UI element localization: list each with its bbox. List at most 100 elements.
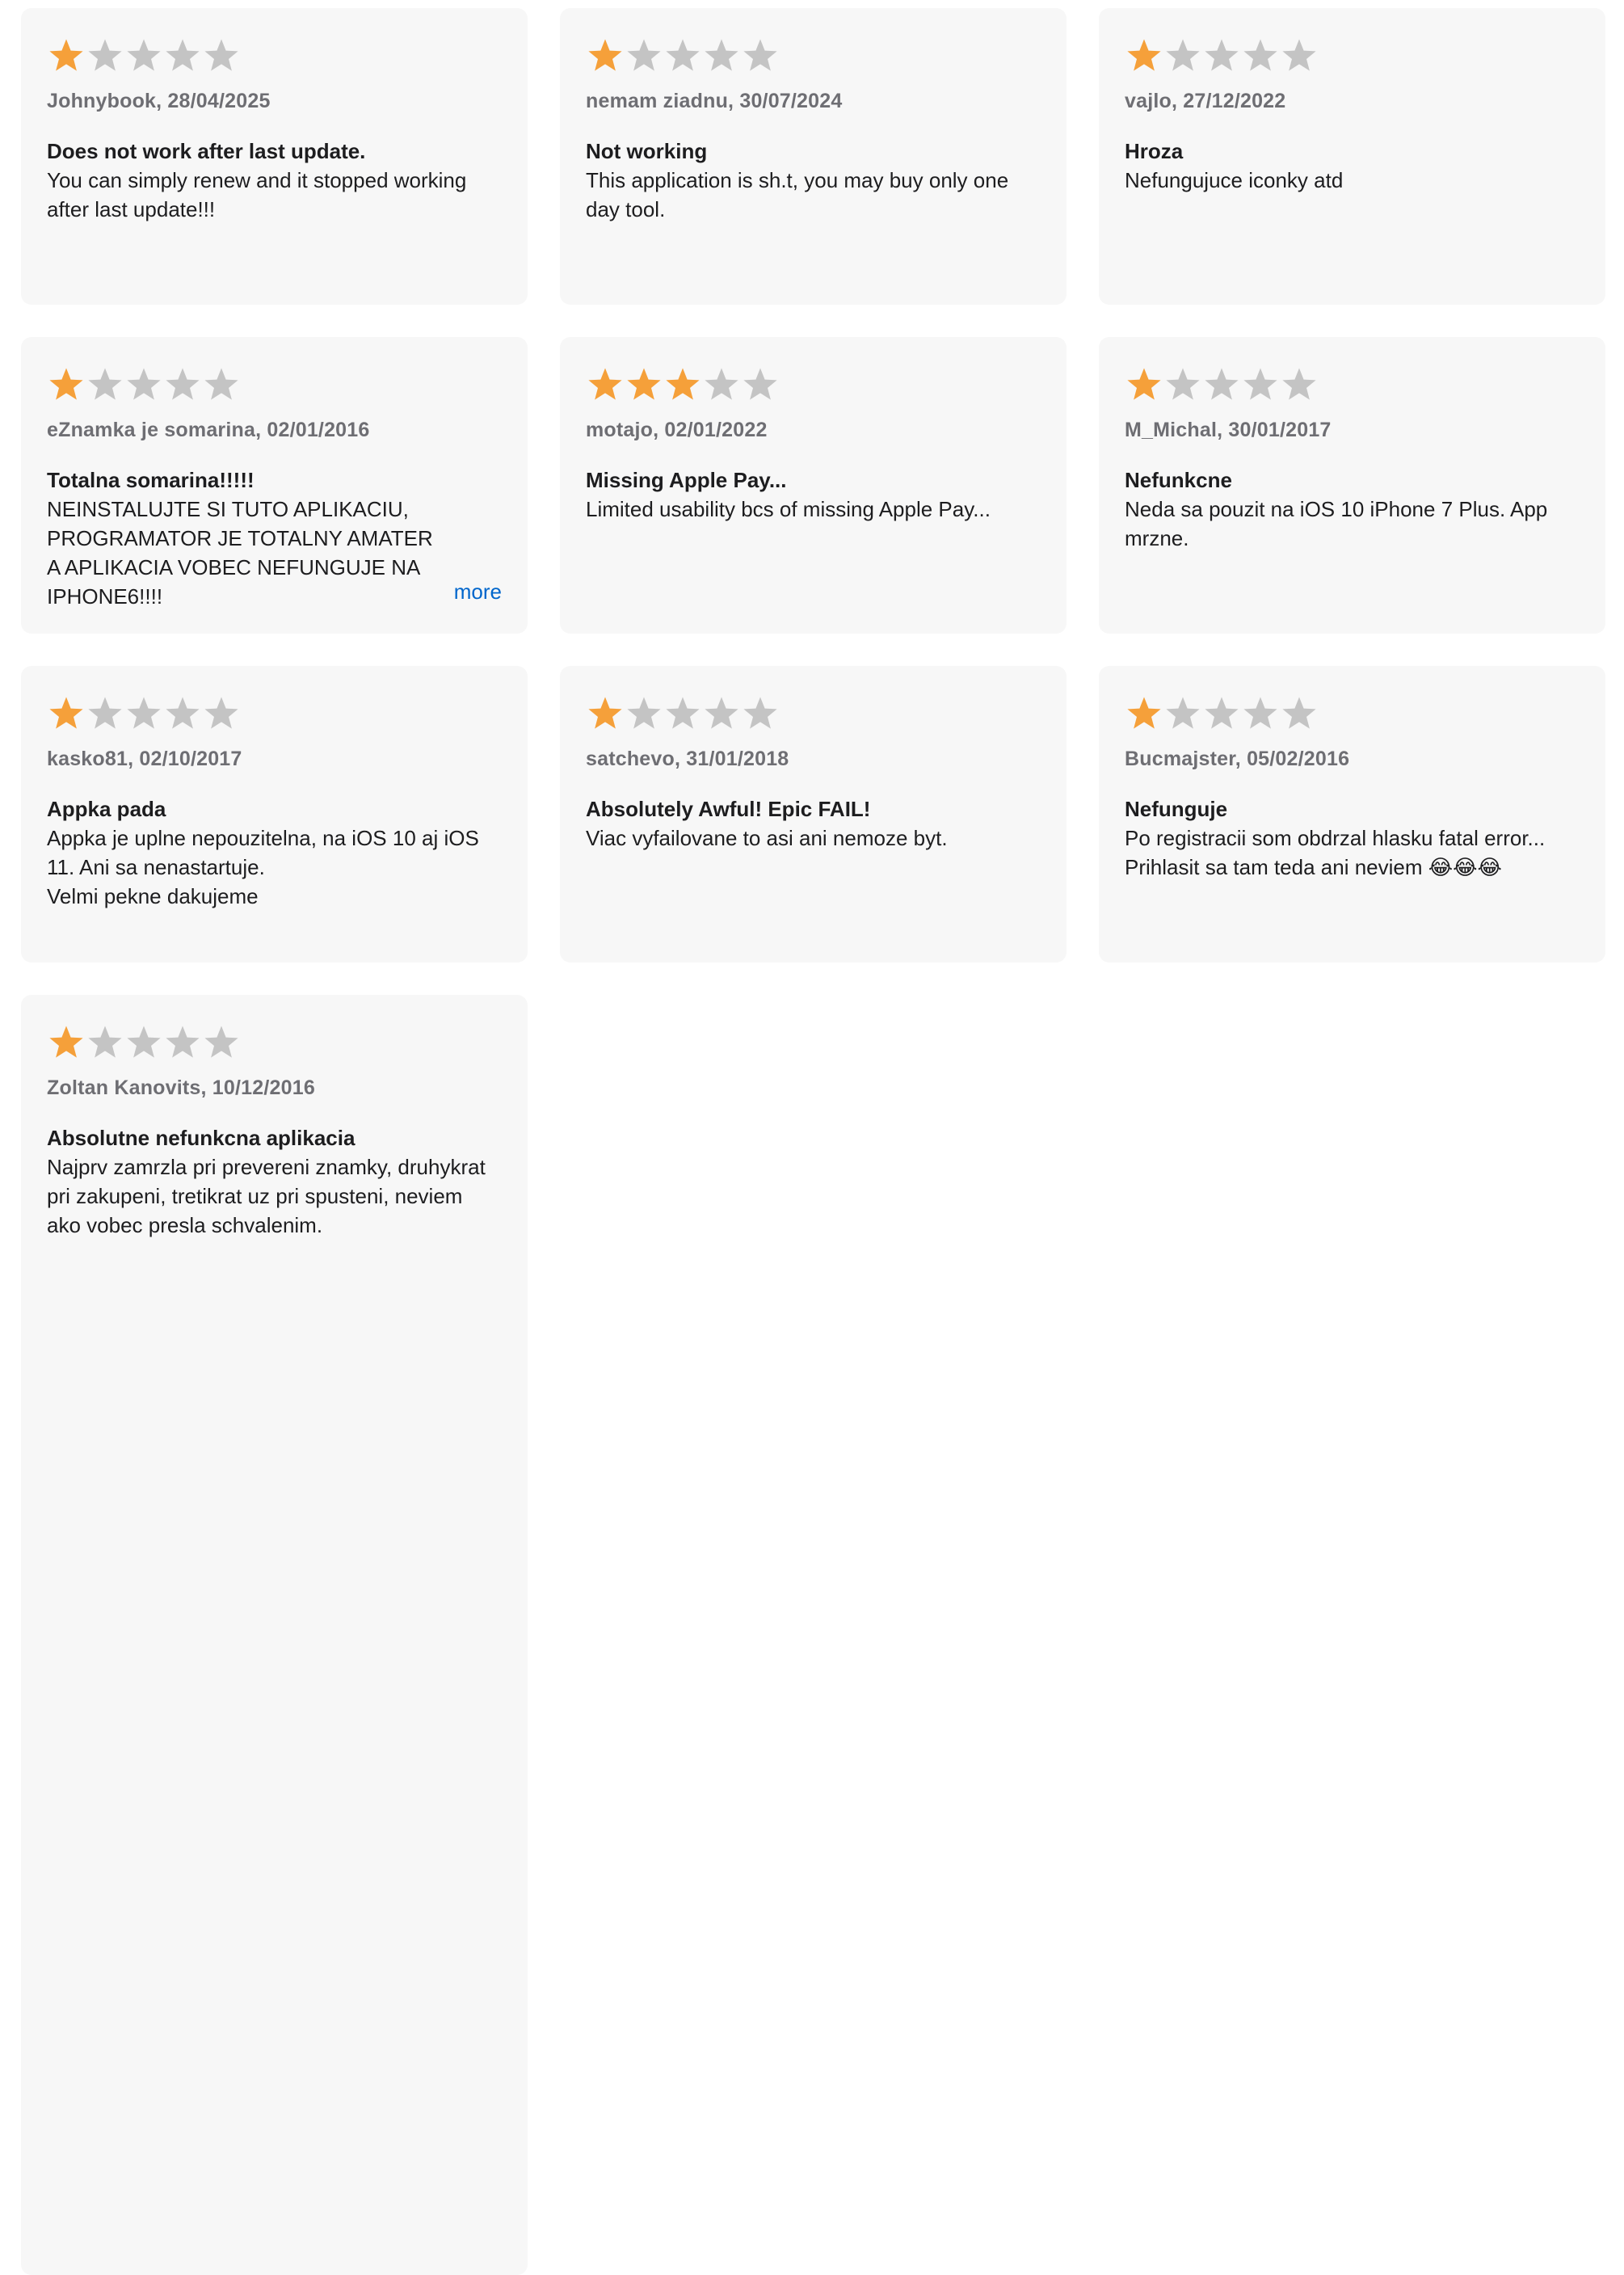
star-empty-icon xyxy=(702,36,741,75)
review-card: Zoltan Kanovits, 10/12/2016 Absolutne ne… xyxy=(21,995,528,2275)
review-author-date: vajlo, 27/12/2022 xyxy=(1125,90,1286,112)
star-empty-icon xyxy=(1163,36,1202,75)
star-empty-icon xyxy=(1202,694,1241,733)
review-card: satchevo, 31/01/2018 Absolutely Awful! E… xyxy=(560,666,1067,963)
review-author-date: satchevo, 31/01/2018 xyxy=(586,748,789,770)
star-empty-icon xyxy=(1202,36,1241,75)
star-empty-icon xyxy=(1241,694,1280,733)
star-filled-icon xyxy=(47,1023,86,1062)
review-body: Neda sa pouzit na iOS 10 iPhone 7 Plus. … xyxy=(1125,497,1548,550)
star-empty-icon xyxy=(86,1023,124,1062)
review-body: Po registracii som obdrzal hlasku fatal … xyxy=(1125,826,1546,879)
review-body: Viac vyfailovane to asi ani nemoze byt. xyxy=(586,826,948,850)
star-empty-icon xyxy=(1280,694,1319,733)
review-author-date: eZnamka je somarina, 02/01/2016 xyxy=(47,419,370,441)
review-body: This application is sh.t, you may buy on… xyxy=(586,168,1009,221)
star-empty-icon xyxy=(163,365,202,404)
star-empty-icon xyxy=(1280,36,1319,75)
review-body: You can simply renew and it stopped work… xyxy=(47,168,467,221)
star-empty-icon xyxy=(625,36,663,75)
review-body: Najprv zamrzla pri prevereni znamky, dru… xyxy=(47,1155,486,1237)
star-rating xyxy=(47,36,502,76)
more-link[interactable]: more xyxy=(444,577,502,606)
star-rating xyxy=(586,364,1041,405)
star-empty-icon xyxy=(1163,694,1202,733)
star-empty-icon xyxy=(202,36,241,75)
review-body: Nefungujuce iconky atd xyxy=(1125,168,1344,192)
star-filled-icon xyxy=(1125,36,1163,75)
star-filled-icon xyxy=(47,365,86,404)
star-filled-icon xyxy=(47,694,86,733)
star-empty-icon xyxy=(86,36,124,75)
star-filled-icon xyxy=(586,365,625,404)
star-empty-icon xyxy=(741,694,780,733)
star-empty-icon xyxy=(163,36,202,75)
review-card: Johnybook, 28/04/2025 Does not work afte… xyxy=(21,8,528,305)
review-card: M_Michal, 30/01/2017 Nefunkcne Neda sa p… xyxy=(1099,337,1605,634)
star-rating xyxy=(47,1022,502,1063)
review-author-date: kasko81, 02/10/2017 xyxy=(47,748,242,770)
review-card: vajlo, 27/12/2022 Hroza Nefungujuce icon… xyxy=(1099,8,1605,305)
review-body: NEINSTALUJTE SI TUTO APLIKACIU, PROGRAMA… xyxy=(47,497,433,609)
review-card: Bucmajster, 05/02/2016 Nefunguje Po regi… xyxy=(1099,666,1605,963)
review-author-date: Zoltan Kanovits, 10/12/2016 xyxy=(47,1076,315,1099)
review-title: Appka pada xyxy=(47,797,166,821)
review-body: Limited usability bcs of missing Apple P… xyxy=(586,497,991,521)
review-author-date: Johnybook, 28/04/2025 xyxy=(47,90,271,112)
star-empty-icon xyxy=(202,365,241,404)
star-empty-icon xyxy=(163,1023,202,1062)
star-filled-icon xyxy=(586,36,625,75)
review-author-date: M_Michal, 30/01/2017 xyxy=(1125,419,1332,441)
star-rating xyxy=(586,693,1041,734)
star-rating xyxy=(1125,693,1580,734)
star-empty-icon xyxy=(1241,36,1280,75)
star-filled-icon xyxy=(1125,694,1163,733)
star-filled-icon xyxy=(625,365,663,404)
star-rating xyxy=(1125,364,1580,405)
star-empty-icon xyxy=(625,694,663,733)
review-body: Appka je uplne nepouzitelna, na iOS 10 a… xyxy=(47,826,479,908)
review-card: nemam ziadnu, 30/07/2024 Not working Thi… xyxy=(560,8,1067,305)
review-author-date: nemam ziadnu, 30/07/2024 xyxy=(586,90,843,112)
review-title: Nefunguje xyxy=(1125,797,1228,821)
review-title: Hroza xyxy=(1125,139,1184,163)
review-title: Absolutely Awful! Epic FAIL! xyxy=(586,797,871,821)
star-filled-icon xyxy=(586,694,625,733)
star-empty-icon xyxy=(202,694,241,733)
review-card: eZnamka je somarina, 02/01/2016 Totalna … xyxy=(21,337,528,634)
star-empty-icon xyxy=(741,36,780,75)
star-empty-icon xyxy=(124,1023,163,1062)
star-rating xyxy=(586,36,1041,76)
review-title: Nefunkcne xyxy=(1125,468,1232,492)
star-empty-icon xyxy=(124,365,163,404)
star-empty-icon xyxy=(124,36,163,75)
star-rating xyxy=(47,364,502,405)
review-card: kasko81, 02/10/2017 Appka pada Appka je … xyxy=(21,666,528,963)
star-empty-icon xyxy=(1202,365,1241,404)
star-filled-icon xyxy=(1125,365,1163,404)
review-author-date: Bucmajster, 05/02/2016 xyxy=(1125,748,1350,770)
review-author-date: motajo, 02/01/2022 xyxy=(586,419,768,441)
review-title: Missing Apple Pay... xyxy=(586,468,787,492)
star-empty-icon xyxy=(741,365,780,404)
star-empty-icon xyxy=(702,694,741,733)
star-empty-icon xyxy=(1163,365,1202,404)
star-filled-icon xyxy=(663,365,702,404)
star-rating xyxy=(1125,36,1580,76)
star-empty-icon xyxy=(86,365,124,404)
star-empty-icon xyxy=(702,365,741,404)
star-empty-icon xyxy=(202,1023,241,1062)
reviews-grid: Johnybook, 28/04/2025 Does not work afte… xyxy=(21,8,1606,2275)
star-filled-icon xyxy=(47,36,86,75)
star-empty-icon xyxy=(124,694,163,733)
star-empty-icon xyxy=(663,36,702,75)
review-title: Absolutne nefunkcna aplikacia xyxy=(47,1126,356,1150)
review-title: Totalna somarina!!!!! xyxy=(47,468,255,492)
review-title: Not working xyxy=(586,139,708,163)
star-rating xyxy=(47,693,502,734)
star-empty-icon xyxy=(1280,365,1319,404)
star-empty-icon xyxy=(86,694,124,733)
review-title: Does not work after last update. xyxy=(47,139,366,163)
review-card: motajo, 02/01/2022 Missing Apple Pay... … xyxy=(560,337,1067,634)
star-empty-icon xyxy=(663,694,702,733)
